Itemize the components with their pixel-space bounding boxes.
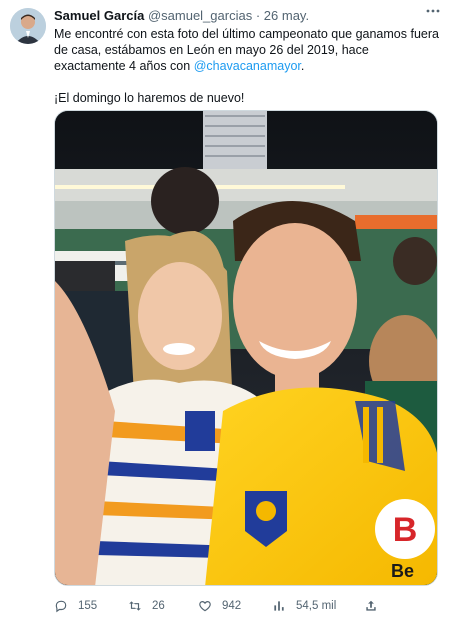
share-icon: [364, 599, 378, 613]
heart-icon: [198, 599, 212, 613]
tweet-header: Samuel García @samuel_garcias · 26 may.: [54, 8, 440, 24]
more-horizontal-icon[interactable]: [424, 4, 442, 18]
like-count: 942: [222, 600, 242, 612]
retweet-button[interactable]: 26: [128, 596, 165, 616]
tweet-text: Me encontré con esta foto del último cam…: [54, 26, 440, 106]
sponsor-text: Be: [391, 561, 414, 581]
like-button[interactable]: 942: [198, 596, 241, 616]
reply-button[interactable]: 155: [54, 596, 97, 616]
views-icon: [272, 599, 286, 613]
avatar[interactable]: [10, 8, 46, 44]
tweet-date[interactable]: 26 may.: [264, 8, 309, 23]
share-button[interactable]: [364, 596, 378, 616]
tweet-photo[interactable]: B Be: [54, 110, 438, 586]
tweet-text-period: .: [300, 59, 305, 73]
tweet-text-line2: ¡El domingo lo haremos de nuevo!: [54, 91, 245, 105]
reply-icon: [54, 599, 68, 613]
action-bar: 155 26 942 54,5 mil: [54, 596, 440, 616]
views-count: 54,5 mil: [296, 600, 337, 612]
sponsor-logo: B: [393, 511, 418, 549]
tweet: Samuel García @samuel_garcias · 26 may. …: [0, 0, 450, 620]
separator: ·: [255, 8, 261, 23]
views-button[interactable]: 54,5 mil: [272, 596, 336, 616]
retweet-count: 26: [152, 600, 165, 612]
mention-link[interactable]: @chavacanamayor: [194, 59, 301, 73]
retweet-icon: [128, 599, 142, 613]
reply-count: 155: [78, 600, 98, 612]
author-name[interactable]: Samuel García: [54, 8, 144, 23]
author-handle[interactable]: @samuel_garcias: [148, 8, 252, 23]
